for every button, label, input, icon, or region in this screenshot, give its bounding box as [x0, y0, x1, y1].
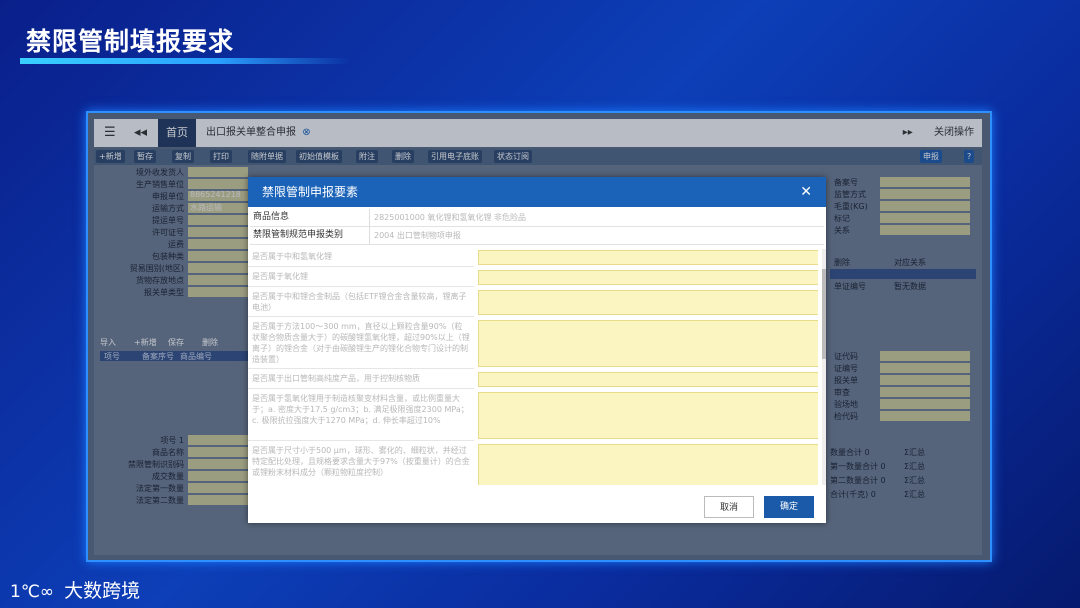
scroll-thumb[interactable] [822, 269, 826, 359]
dialog-scrollbar[interactable] [822, 249, 826, 485]
question-label: 是否属于中和氢氧化锂 [248, 249, 474, 267]
dialog-title: 禁限管制申报要素 [262, 185, 359, 199]
info-value: 2004 出口管制物项申报 [374, 231, 461, 240]
logo-text: 大数跨境 [64, 580, 141, 602]
answer-input[interactable] [478, 320, 818, 367]
close-icon[interactable]: ✕ [800, 177, 812, 207]
question-label: 是否属于氧化锂 [248, 269, 474, 287]
info-label: 禁限管制规范申报类别 [250, 227, 370, 244]
question-label: 是否属于尺寸小于500 μm，球形、雾化的、细粒状，并经过特定配比处理，且规格要… [248, 443, 474, 485]
question-list: 是否属于中和氢氧化锂 是否属于氧化锂是否属于中和锂合金制品（包括ETF锂合金含量较… [248, 249, 818, 485]
slide-title: 禁限管制填报要求 [26, 27, 235, 56]
answer-input[interactable] [478, 270, 818, 285]
answer-input[interactable] [478, 392, 818, 439]
app-frame: ☰ ◂◂ 首页 出口报关单整合申报 ⊗ ▸▸ 关闭操作 +新增 暂存 复制 打印 随附单… [86, 111, 992, 562]
answer-input[interactable] [478, 372, 818, 387]
title-underline [20, 58, 350, 64]
dialog-header: 禁限管制申报要素 ✕ [248, 177, 826, 207]
restriction-dialog: 禁限管制申报要素 ✕ 商品信息 2825001000 氧化锂和氢氧化锂 非危险品… [248, 177, 826, 523]
answer-input[interactable] [478, 250, 818, 265]
info-row-goods: 商品信息 2825001000 氧化锂和氢氧化锂 非危险品 [250, 209, 824, 227]
question-label: 是否属于出口管制高纯度产品，用于控制核物质 [248, 371, 474, 389]
brand-logo: 1℃∞ 大数跨境 [10, 576, 140, 603]
question-label: 是否属于方法100～300 mm，直径以上颗粒含量90%（粒状聚合物质含量大于）… [248, 319, 474, 369]
info-label: 商品信息 [250, 209, 370, 226]
answer-input[interactable] [478, 290, 818, 315]
confirm-button[interactable]: 确定 [764, 496, 814, 518]
cancel-button[interactable]: 取消 [704, 496, 754, 518]
info-value: 2825001000 氧化锂和氢氧化锂 非危险品 [374, 213, 526, 222]
question-label: 是否属于氢氧化锂用于制造核聚变材料含量，或比例重量大于；a. 密度大于17.5 … [248, 391, 474, 441]
logo-mark: 1℃∞ [10, 582, 55, 602]
question-label: 是否属于中和锂合金制品（包括ETF锂合金含量较高，锂离子电池） [248, 289, 474, 317]
info-row-category: 禁限管制规范申报类别 2004 出口管制物项申报 [250, 227, 824, 245]
answer-input[interactable] [478, 444, 818, 485]
